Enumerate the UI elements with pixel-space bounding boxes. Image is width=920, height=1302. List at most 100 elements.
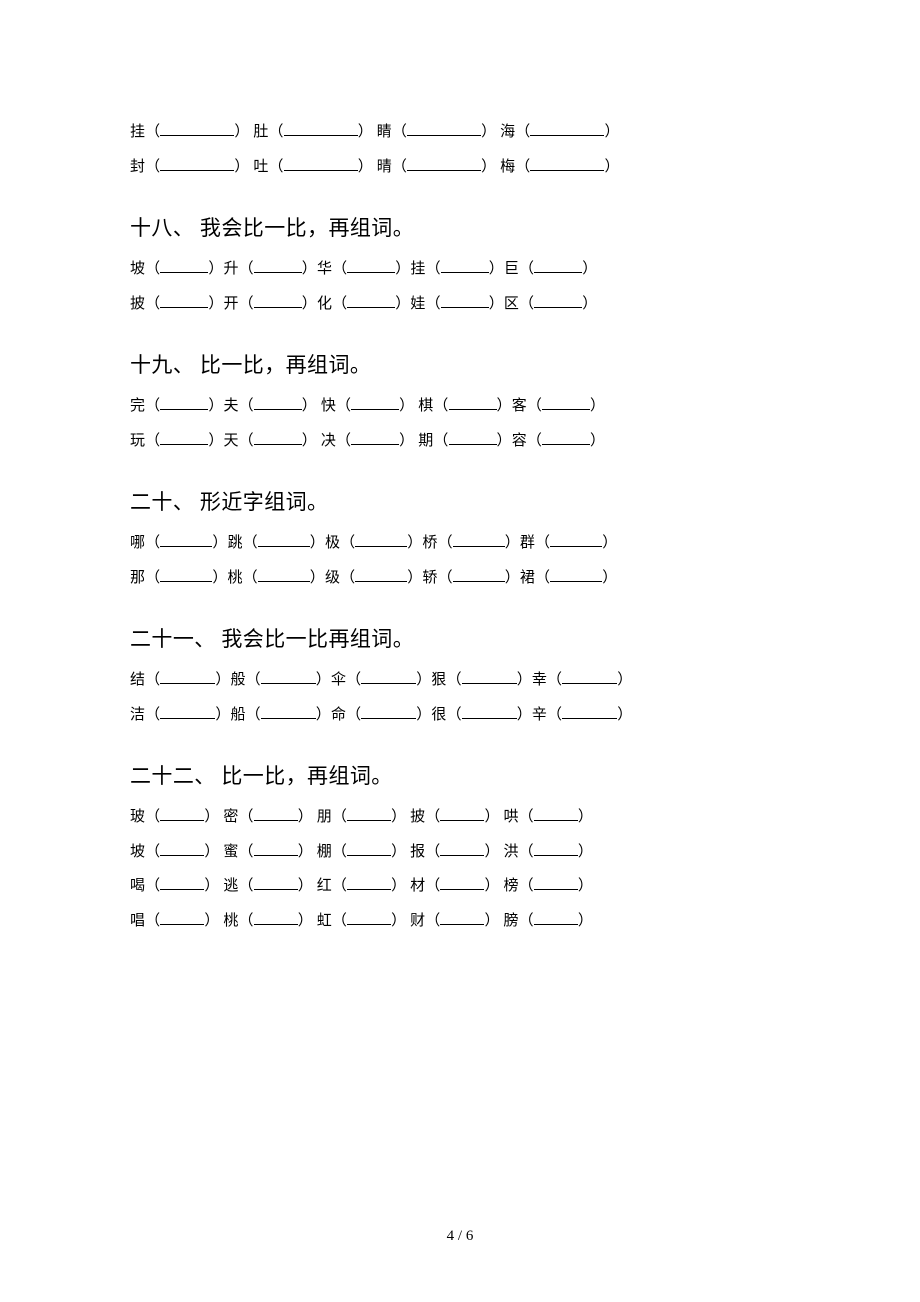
blank xyxy=(361,669,416,684)
blank xyxy=(534,875,578,890)
blank xyxy=(534,806,578,821)
char: 轿 xyxy=(422,570,437,586)
char: 封 xyxy=(130,159,145,175)
char: 快 xyxy=(321,398,336,414)
blank xyxy=(440,806,484,821)
char: 梅 xyxy=(500,159,515,175)
exercise-row: 洁（）船（）命（）很（）辛（） xyxy=(130,698,790,733)
blank xyxy=(254,293,302,308)
blank xyxy=(453,532,505,547)
char: 决 xyxy=(321,433,336,449)
blank xyxy=(562,704,617,719)
blank xyxy=(160,121,234,136)
blank xyxy=(254,395,302,410)
blank xyxy=(347,841,391,856)
blank xyxy=(562,669,617,684)
char: 跳 xyxy=(227,535,242,551)
blank xyxy=(254,258,302,273)
blank xyxy=(347,258,395,273)
exercise-row: 玩（）天（） 决（） 期（）容（） xyxy=(130,424,790,459)
blank xyxy=(441,293,489,308)
blank xyxy=(407,121,481,136)
char: 虹 xyxy=(317,913,332,929)
blank xyxy=(160,156,234,171)
blank xyxy=(550,567,602,582)
blank xyxy=(440,841,484,856)
blank xyxy=(355,532,407,547)
blank xyxy=(160,532,212,547)
blank xyxy=(160,258,208,273)
blank xyxy=(261,704,316,719)
char: 报 xyxy=(410,844,425,860)
blank xyxy=(258,567,310,582)
char: 披 xyxy=(410,809,425,825)
char: 肚 xyxy=(253,124,268,140)
blank xyxy=(542,430,590,445)
blank xyxy=(351,395,399,410)
char: 船 xyxy=(230,707,245,723)
char: 玻 xyxy=(130,809,145,825)
blank xyxy=(462,704,517,719)
char: 披 xyxy=(130,296,145,312)
char: 裙 xyxy=(520,570,535,586)
blank xyxy=(254,841,298,856)
char: 哄 xyxy=(504,809,519,825)
char: 般 xyxy=(230,672,245,688)
blank xyxy=(534,258,582,273)
page-number: 4 / 6 xyxy=(0,1228,920,1245)
char: 红 xyxy=(317,878,332,894)
char: 伞 xyxy=(331,672,346,688)
char: 晴 xyxy=(377,159,392,175)
char: 辛 xyxy=(532,707,547,723)
char: 幸 xyxy=(532,672,547,688)
char: 挂 xyxy=(130,124,145,140)
char: 洪 xyxy=(504,844,519,860)
blank xyxy=(160,669,215,684)
blank xyxy=(530,121,604,136)
char: 膀 xyxy=(504,913,519,929)
char: 唱 xyxy=(130,913,145,929)
blank xyxy=(361,704,416,719)
exercise-row: 那（）桃（）级（）轿（）裙（） xyxy=(130,561,790,596)
char: 桥 xyxy=(422,535,437,551)
char: 坡 xyxy=(130,261,145,277)
blank xyxy=(534,293,582,308)
blank xyxy=(449,430,497,445)
char: 海 xyxy=(500,124,515,140)
char: 客 xyxy=(512,398,527,414)
top-exercise-row-1: 挂（） 肚（） 睛（） 海（） xyxy=(130,115,790,150)
blank xyxy=(160,875,204,890)
blank xyxy=(440,910,484,925)
blank xyxy=(462,669,517,684)
char: 材 xyxy=(410,878,425,894)
char: 坡 xyxy=(130,844,145,860)
char: 天 xyxy=(223,433,238,449)
blank xyxy=(254,875,298,890)
char: 华 xyxy=(317,261,332,277)
blank xyxy=(440,875,484,890)
blank xyxy=(261,669,316,684)
section-heading-21: 二十一、 我会比一比再组词。 xyxy=(130,623,790,653)
blank xyxy=(160,567,212,582)
char: 极 xyxy=(325,535,340,551)
char: 榜 xyxy=(504,878,519,894)
char: 群 xyxy=(520,535,535,551)
blank xyxy=(449,395,497,410)
char: 那 xyxy=(130,570,145,586)
exercise-row: 坡（） 蜜（） 棚（） 报（） 洪（） xyxy=(130,835,790,870)
exercise-row: 玻（） 密（） 朋（） 披（） 哄（） xyxy=(130,800,790,835)
char: 夫 xyxy=(223,398,238,414)
char: 玩 xyxy=(130,433,145,449)
blank xyxy=(254,430,302,445)
blank xyxy=(347,910,391,925)
blank xyxy=(160,395,208,410)
char: 吐 xyxy=(253,159,268,175)
blank xyxy=(351,430,399,445)
char: 财 xyxy=(410,913,425,929)
char: 桃 xyxy=(227,570,242,586)
char: 狠 xyxy=(431,672,446,688)
char: 睛 xyxy=(377,124,392,140)
char: 朋 xyxy=(317,809,332,825)
blank xyxy=(550,532,602,547)
blank xyxy=(160,910,204,925)
